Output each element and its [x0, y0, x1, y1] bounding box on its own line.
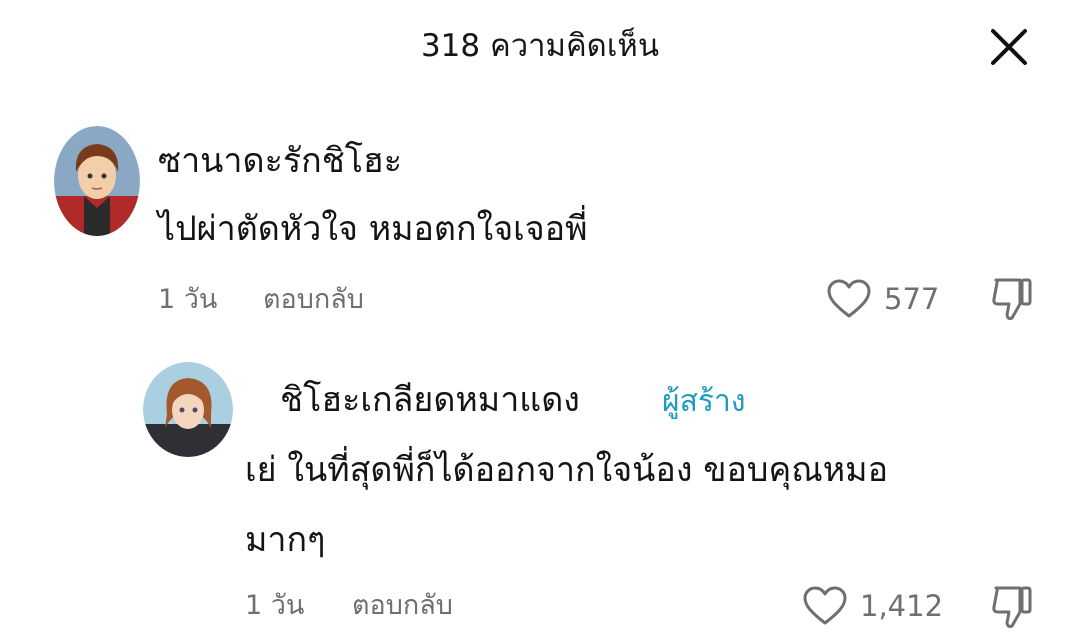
like-button[interactable] — [826, 278, 872, 320]
comment-text-continued: มากๆ — [245, 520, 326, 560]
heart-outline-icon — [803, 586, 847, 625]
comment-timestamp: 1 วัน — [158, 284, 218, 315]
dislike-button[interactable] — [990, 582, 1036, 630]
like-button[interactable] — [802, 585, 848, 627]
like-count: 577 — [884, 282, 940, 316]
comment-author[interactable]: ชิโฮะเกลียดหมาแดง — [280, 377, 580, 423]
comments-count-title: 318 ความคิดเห็น — [420, 28, 660, 64]
heart-outline-icon — [827, 279, 871, 318]
thumbs-down-icon — [992, 586, 1032, 629]
close-icon — [991, 29, 1027, 65]
thumbs-down-icon — [992, 278, 1032, 321]
like-count: 1,412 — [860, 589, 944, 623]
creator-badge: ผู้สร้าง — [662, 384, 746, 419]
reply-button[interactable]: ตอบกลับ — [352, 586, 453, 626]
avatar[interactable] — [143, 362, 233, 457]
comment-text: ไปผ่าตัดหัวใจ หมอตกใจเจอพี่ — [158, 209, 588, 249]
avatar[interactable] — [54, 126, 140, 236]
comment-timestamp: 1 วัน — [245, 590, 305, 621]
close-button[interactable] — [984, 22, 1034, 72]
dislike-button[interactable] — [990, 274, 1036, 322]
reply-button[interactable]: ตอบกลับ — [263, 280, 364, 320]
comment-author[interactable]: ซานาดะรักชิโฮะ — [158, 138, 402, 184]
comment-text: เย่ ในที่สุดพี่ก็ได้ออกจากใจน้อง ขอบคุณห… — [245, 450, 889, 490]
